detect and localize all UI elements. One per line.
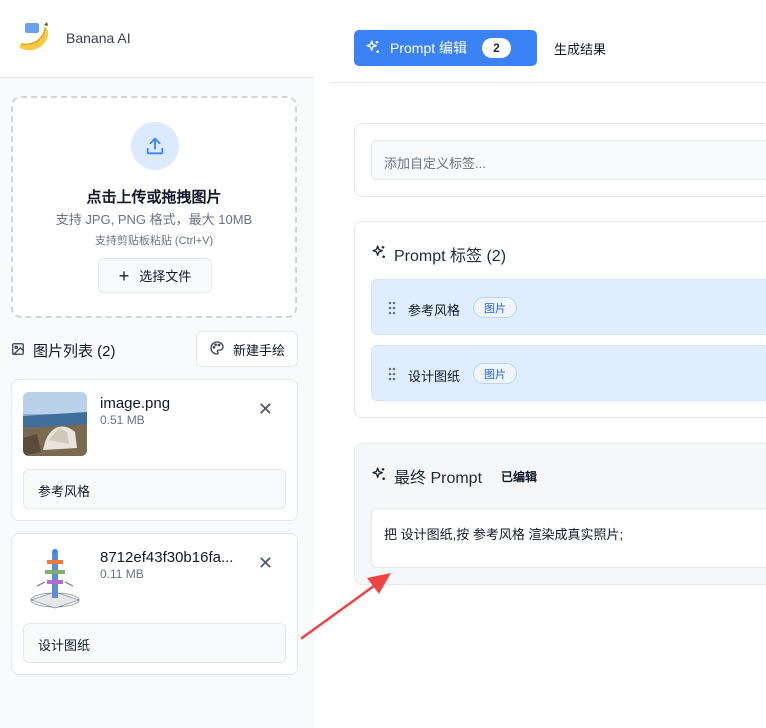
prompt-tag-item[interactable]: 设计图纸 图片 [371, 345, 766, 401]
file-name: image.png [100, 395, 171, 412]
upload-format-text: 支持 JPG, PNG 格式，最大 10MB [55, 212, 253, 227]
image-list-header: 图片列表 (2) 新建手绘 [11, 331, 298, 367]
custom-tag-input[interactable]: 添加自定义标签... [371, 140, 766, 180]
palette-icon [209, 340, 225, 359]
tab-results[interactable]: 生成结果 [554, 39, 606, 58]
final-prompt-panel: 最终 Prompt 已编辑 把 设计图纸,按 参考风格 渲染成真实照片; [354, 443, 766, 585]
edited-status: 已编辑 [501, 469, 538, 484]
sparkles-icon [371, 244, 387, 265]
image-icon [11, 342, 25, 360]
file-name: 8712ef43f30b16fa... [100, 549, 234, 566]
brand-header: Banana AI [0, 0, 314, 78]
new-sketch-button[interactable]: 新建手绘 [196, 331, 298, 367]
tab-divider [330, 82, 766, 83]
drag-handle-icon[interactable] [388, 301, 396, 315]
file-size: 0.51 MB [100, 413, 145, 427]
banana-logo-icon [11, 17, 55, 57]
final-prompt-title: 最终 Prompt 已编辑 [371, 464, 537, 488]
final-prompt-title-text: 最终 Prompt [394, 470, 483, 487]
choose-file-button[interactable]: + 选择文件 [98, 258, 212, 293]
image-tag-field[interactable]: 参考风格 [23, 469, 286, 509]
image-thumbnail[interactable] [23, 546, 87, 610]
new-sketch-label: 新建手绘 [232, 342, 285, 358]
sparkles-icon [371, 466, 387, 487]
upload-icon [131, 122, 179, 170]
prompt-tags-title-text: Prompt 标签 (2) [394, 248, 507, 265]
plus-icon: + [118, 265, 130, 286]
main-panel: Prompt 编辑 2 生成结果 添加自定义标签... Prompt 标签 (2… [330, 0, 766, 728]
image-type-badge: 图片 [473, 297, 517, 318]
upload-title: 点击上传或拖拽图片 [86, 189, 222, 206]
drag-handle-icon[interactable] [388, 367, 396, 381]
brand-name: Banana AI [66, 30, 131, 46]
upload-paste-hint: 支持剪贴板粘贴 (Ctrl+V) [94, 235, 214, 247]
image-tag-field[interactable]: 设计图纸 [23, 623, 286, 663]
close-icon[interactable]: ✕ [258, 400, 273, 418]
tab-prompt-edit-label: Prompt 编辑 [390, 40, 468, 56]
final-prompt-textarea[interactable]: 把 设计图纸,按 参考风格 渲染成真实照片; [371, 508, 766, 568]
choose-file-label: 选择文件 [139, 269, 192, 284]
prompt-tags-title: Prompt 标签 (2) [371, 242, 506, 266]
image-list-title-text: 图片列表 (2) [33, 343, 116, 360]
image-card: image.png 0.51 MB ✕ 参考风格 [11, 379, 298, 521]
tab-prompt-edit[interactable]: Prompt 编辑 2 [354, 30, 537, 66]
tab-count-badge: 2 [482, 38, 512, 58]
file-size: 0.11 MB [100, 567, 144, 581]
prompt-tags-panel: Prompt 标签 (2) 参考风格 图片 设计图纸 图片 [354, 221, 766, 418]
prompt-tag-label: 设计图纸 [408, 369, 461, 384]
prompt-tag-item[interactable]: 参考风格 图片 [371, 279, 766, 335]
sidebar: Banana AI 点击上传或拖拽图片 支持 JPG, PNG 格式，最大 10… [0, 0, 314, 728]
custom-tag-panel: 添加自定义标签... [354, 123, 766, 197]
upload-dropzone[interactable]: 点击上传或拖拽图片 支持 JPG, PNG 格式，最大 10MB 支持剪贴板粘贴… [11, 96, 297, 318]
prompt-tag-label: 参考风格 [408, 303, 461, 318]
close-icon[interactable]: ✕ [258, 554, 273, 572]
image-list-title: 图片列表 (2) [11, 340, 116, 361]
image-thumbnail[interactable] [23, 392, 87, 456]
image-type-badge: 图片 [473, 363, 517, 384]
image-card: 8712ef43f30b16fa... 0.11 MB ✕ 设计图纸 [11, 533, 298, 675]
sparkles-icon [365, 39, 381, 58]
